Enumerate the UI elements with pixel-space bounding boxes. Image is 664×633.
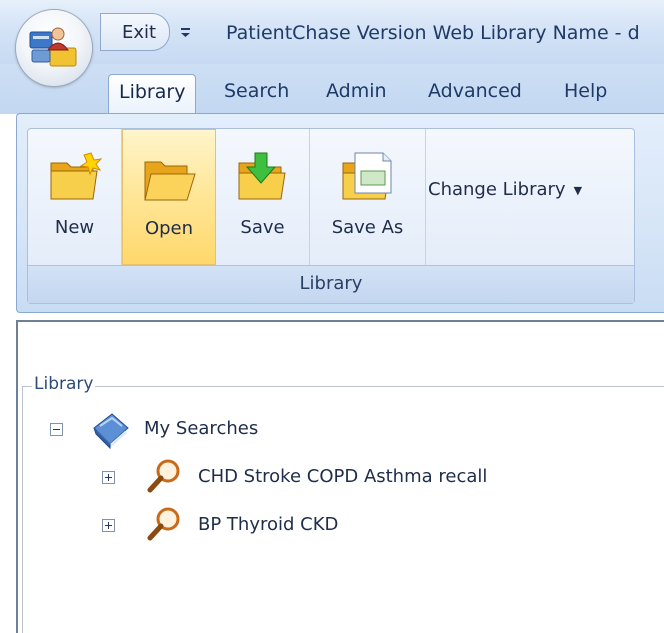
save-button-label: Save [240,217,285,238]
tree-expand-toggle[interactable] [102,519,115,532]
ribbon-group-label: Library [28,265,634,303]
tab-library[interactable]: Library [108,74,197,114]
magnifier-icon [144,456,186,500]
save-as-button-label: Save As [331,217,404,238]
book-icon [90,410,132,454]
new-button-label: New [54,217,95,238]
tree-item-search[interactable]: BP Thyroid CKD [198,514,338,535]
tab-search[interactable]: Search [214,74,299,114]
library-fieldset-legend: Library [32,374,96,394]
tree-expand-toggle[interactable] [102,471,115,484]
tree-item-search[interactable]: CHD Stroke COPD Asthma recall [198,466,487,487]
save-as-folder-icon [339,151,397,209]
exit-button[interactable]: Exit [100,13,170,51]
ribbon-panel: New Open Save Save As Change Library ▼ L… [16,113,664,313]
open-folder-icon [141,152,197,210]
open-button[interactable]: Open [122,129,216,265]
library-content-area: Library My Searches CHD Stroke COPD Asth… [16,320,664,633]
chevron-down-icon: ▼ [573,183,583,197]
app-window: Exit PatientChase Version Web Library Na… [0,0,664,633]
tab-advanced[interactable]: Advanced [418,74,532,114]
open-button-label: Open [144,218,194,239]
ribbon-tab-row: Library Search Admin Advanced Help [0,64,664,114]
tree-item-my-searches[interactable]: My Searches [144,418,258,439]
change-library-dropdown[interactable]: Change Library ▼ [428,179,582,200]
app-logo-icon [29,27,77,67]
title-bar: Exit PatientChase Version Web Library Na… [0,0,664,64]
save-button[interactable]: Save [216,129,310,265]
save-folder-icon [235,151,291,209]
tree-collapse-toggle[interactable] [50,423,63,436]
new-folder-icon [47,151,103,209]
window-title: PatientChase Version Web Library Name - … [226,22,640,44]
tab-admin[interactable]: Admin [316,74,397,114]
change-library-label: Change Library [428,179,566,200]
magnifier-icon [144,504,186,548]
tab-help[interactable]: Help [554,74,617,114]
application-menu-button[interactable] [16,10,92,86]
quick-access-dropdown-icon[interactable] [178,22,194,42]
save-as-button[interactable]: Save As [310,129,426,265]
ribbon-group-library: New Open Save Save As Change Library ▼ L… [27,128,635,304]
new-button[interactable]: New [28,129,122,265]
